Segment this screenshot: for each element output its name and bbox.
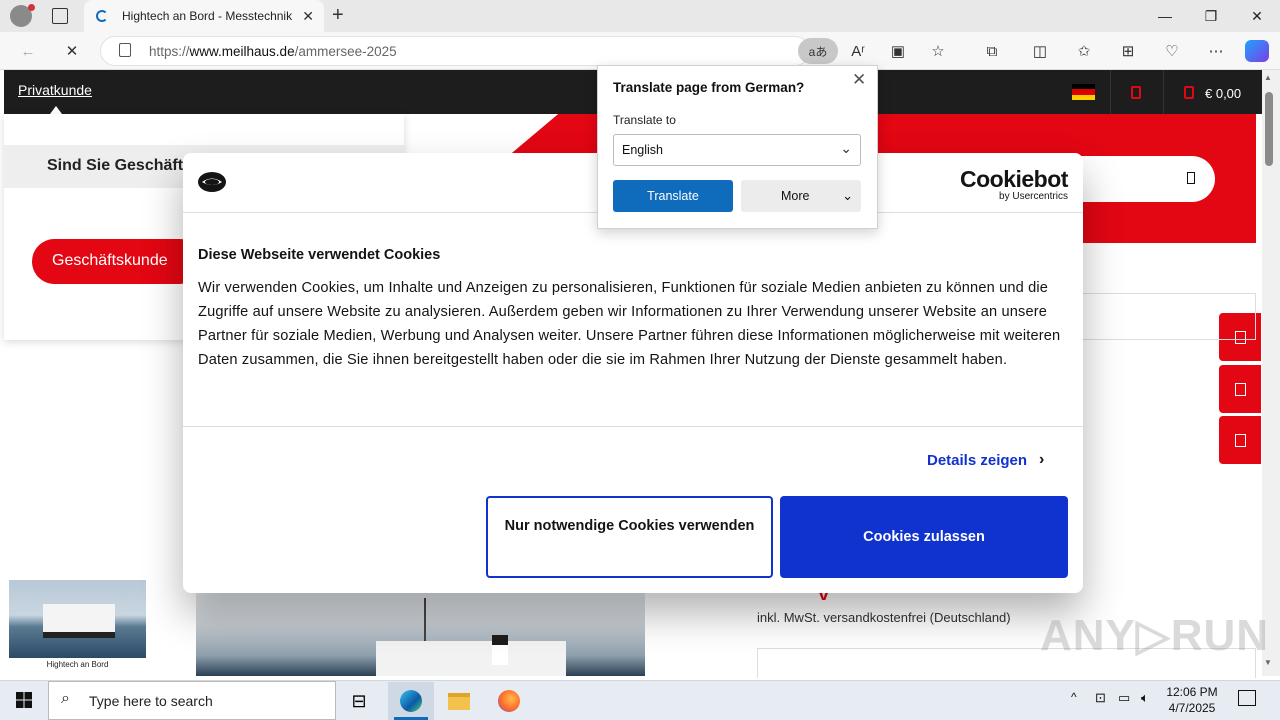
file-explorer-icon[interactable]	[436, 682, 482, 720]
new-tab-icon[interactable]: +	[332, 4, 352, 26]
clock-date: 4/7/2025	[1168, 701, 1216, 715]
extensions-icon[interactable]: ⧉	[980, 40, 1004, 62]
divider	[1255, 293, 1256, 340]
boat-shape	[43, 604, 115, 638]
divider	[1163, 70, 1164, 114]
tray-device-icon[interactable]: ⊡	[1095, 690, 1106, 706]
task-view-icon[interactable]: ⊟	[336, 682, 382, 720]
selected-language: English	[622, 143, 663, 157]
thumbnail-caption: Hightech an Bord	[46, 660, 109, 669]
cart-value[interactable]: € 0,00	[1205, 86, 1241, 101]
stop-loading-icon[interactable]: ✕	[60, 40, 84, 62]
browser-essentials-icon[interactable]: ♡	[1160, 40, 1184, 62]
url-host: www.meilhaus.de	[189, 43, 295, 59]
allow-cookies-button[interactable]: Cookies zulassen	[780, 496, 1068, 578]
url-field[interactable]: https://www.meilhaus.de/ammersee-2025	[100, 36, 810, 66]
cookiebot-wordmark: Cookiebot	[960, 166, 1068, 192]
tab-close-icon[interactable]: ✕	[302, 8, 314, 25]
window-close-icon[interactable]: ✕	[1234, 0, 1280, 32]
chevron-right-icon: ›	[1039, 451, 1045, 468]
loading-spinner-icon	[96, 10, 108, 22]
details-link[interactable]: Details zeigen ›	[927, 451, 1044, 469]
more-label: More	[781, 189, 810, 203]
start-button[interactable]	[0, 680, 48, 720]
translate-title: Translate page from German?	[613, 80, 805, 95]
read-aloud-icon[interactable]: Aʳ	[846, 40, 870, 62]
details-label: Details zeigen	[927, 451, 1028, 469]
volume-icon[interactable]: 🔈︎	[1141, 690, 1149, 706]
divider	[183, 426, 1083, 427]
anyrun-watermark: ANY▷RUN	[1040, 611, 1270, 660]
side-button-3[interactable]	[1219, 416, 1261, 464]
side-button-2[interactable]	[1219, 365, 1261, 413]
product-thumbnail[interactable]: Hightech an Bord	[9, 580, 146, 674]
url-prefix: https://	[149, 43, 190, 59]
necessary-cookies-button[interactable]: Nur notwendige Cookies verwenden	[486, 496, 773, 578]
split-screen-icon[interactable]: ◫	[1028, 40, 1052, 62]
network-icon[interactable]: ▭	[1118, 690, 1130, 706]
edge-taskbar-icon[interactable]	[388, 682, 434, 720]
translate-to-label: Translate to	[613, 113, 676, 127]
back-icon[interactable]: ←	[16, 40, 40, 62]
privatkunde-link[interactable]: Privatkunde	[18, 82, 92, 98]
side-icon	[1234, 382, 1246, 396]
divider	[1110, 70, 1111, 114]
target-language-select[interactable]: English ⌄	[613, 134, 861, 166]
price-note: inkl. MwSt. versandkostenfrei (Deutschla…	[757, 610, 1011, 625]
cookiebot-brand: Cookiebot by Usercentrics	[960, 166, 1068, 202]
tab-actions-icon[interactable]	[52, 8, 68, 24]
taskbar-search[interactable]: ⌕ Type here to search	[48, 681, 336, 720]
search-icon[interactable]	[1187, 172, 1195, 184]
more-menu-icon[interactable]: ⋯	[1204, 40, 1228, 62]
windows-logo-icon	[16, 692, 32, 708]
translate-button[interactable]: Translate	[613, 180, 733, 212]
taskbar-search-placeholder: Type here to search	[89, 693, 213, 709]
restore-icon[interactable]: ❐	[1188, 0, 1234, 32]
notification-dot	[28, 4, 35, 11]
tab-title: Hightech an Bord - Messtechnik	[122, 9, 293, 23]
minimize-icon[interactable]: —	[1142, 0, 1188, 32]
german-flag-icon[interactable]	[1072, 84, 1095, 100]
search-icon: ⌕	[61, 690, 70, 707]
cookiebot-logo-icon	[198, 172, 226, 192]
tray-chevron-icon[interactable]: ^	[1071, 690, 1077, 704]
side-icon	[1234, 433, 1246, 447]
favorite-star-icon[interactable]: ☆	[926, 40, 950, 62]
geschaeftskunde-button[interactable]: Geschäftskunde	[32, 239, 202, 284]
popover-caret	[50, 106, 62, 114]
chevron-down-icon: ⌄	[842, 188, 853, 203]
copilot-icon[interactable]	[1245, 40, 1269, 62]
cookie-body-text: Wir verwenden Cookies, um Inhalte und An…	[198, 280, 1061, 368]
chevron-down-icon: ⌄	[840, 140, 852, 156]
url-path: /ammersee-2025	[294, 43, 397, 59]
account-icon[interactable]	[1131, 86, 1141, 99]
side-icon	[1234, 330, 1246, 344]
immersive-reader-icon[interactable]: ▣	[886, 40, 910, 62]
favorites-icon[interactable]: ✩	[1072, 40, 1096, 62]
notifications-icon[interactable]	[1238, 690, 1256, 706]
more-button[interactable]: More ⌄	[741, 180, 861, 212]
lock-icon[interactable]	[119, 43, 131, 57]
translate-icon[interactable]: aあ	[798, 38, 838, 64]
scrollbar-thumb[interactable]	[1265, 92, 1273, 166]
collections-icon[interactable]: ⊞	[1116, 40, 1140, 62]
translate-close-icon[interactable]: ✕	[852, 70, 866, 90]
cookie-title: Diese Webseite verwendet Cookies	[198, 247, 441, 263]
hero-image	[196, 593, 645, 676]
firefox-icon[interactable]	[486, 682, 532, 720]
taskbar-clock[interactable]: 12:06 PM 4/7/2025	[1160, 684, 1224, 716]
scroll-up-icon[interactable]: ▲	[1264, 73, 1272, 82]
active-tab[interactable]: Hightech an Bord - Messtechnik ✕	[84, 0, 324, 32]
clock-time: 12:06 PM	[1166, 685, 1218, 699]
cart-icon[interactable]	[1184, 86, 1194, 99]
